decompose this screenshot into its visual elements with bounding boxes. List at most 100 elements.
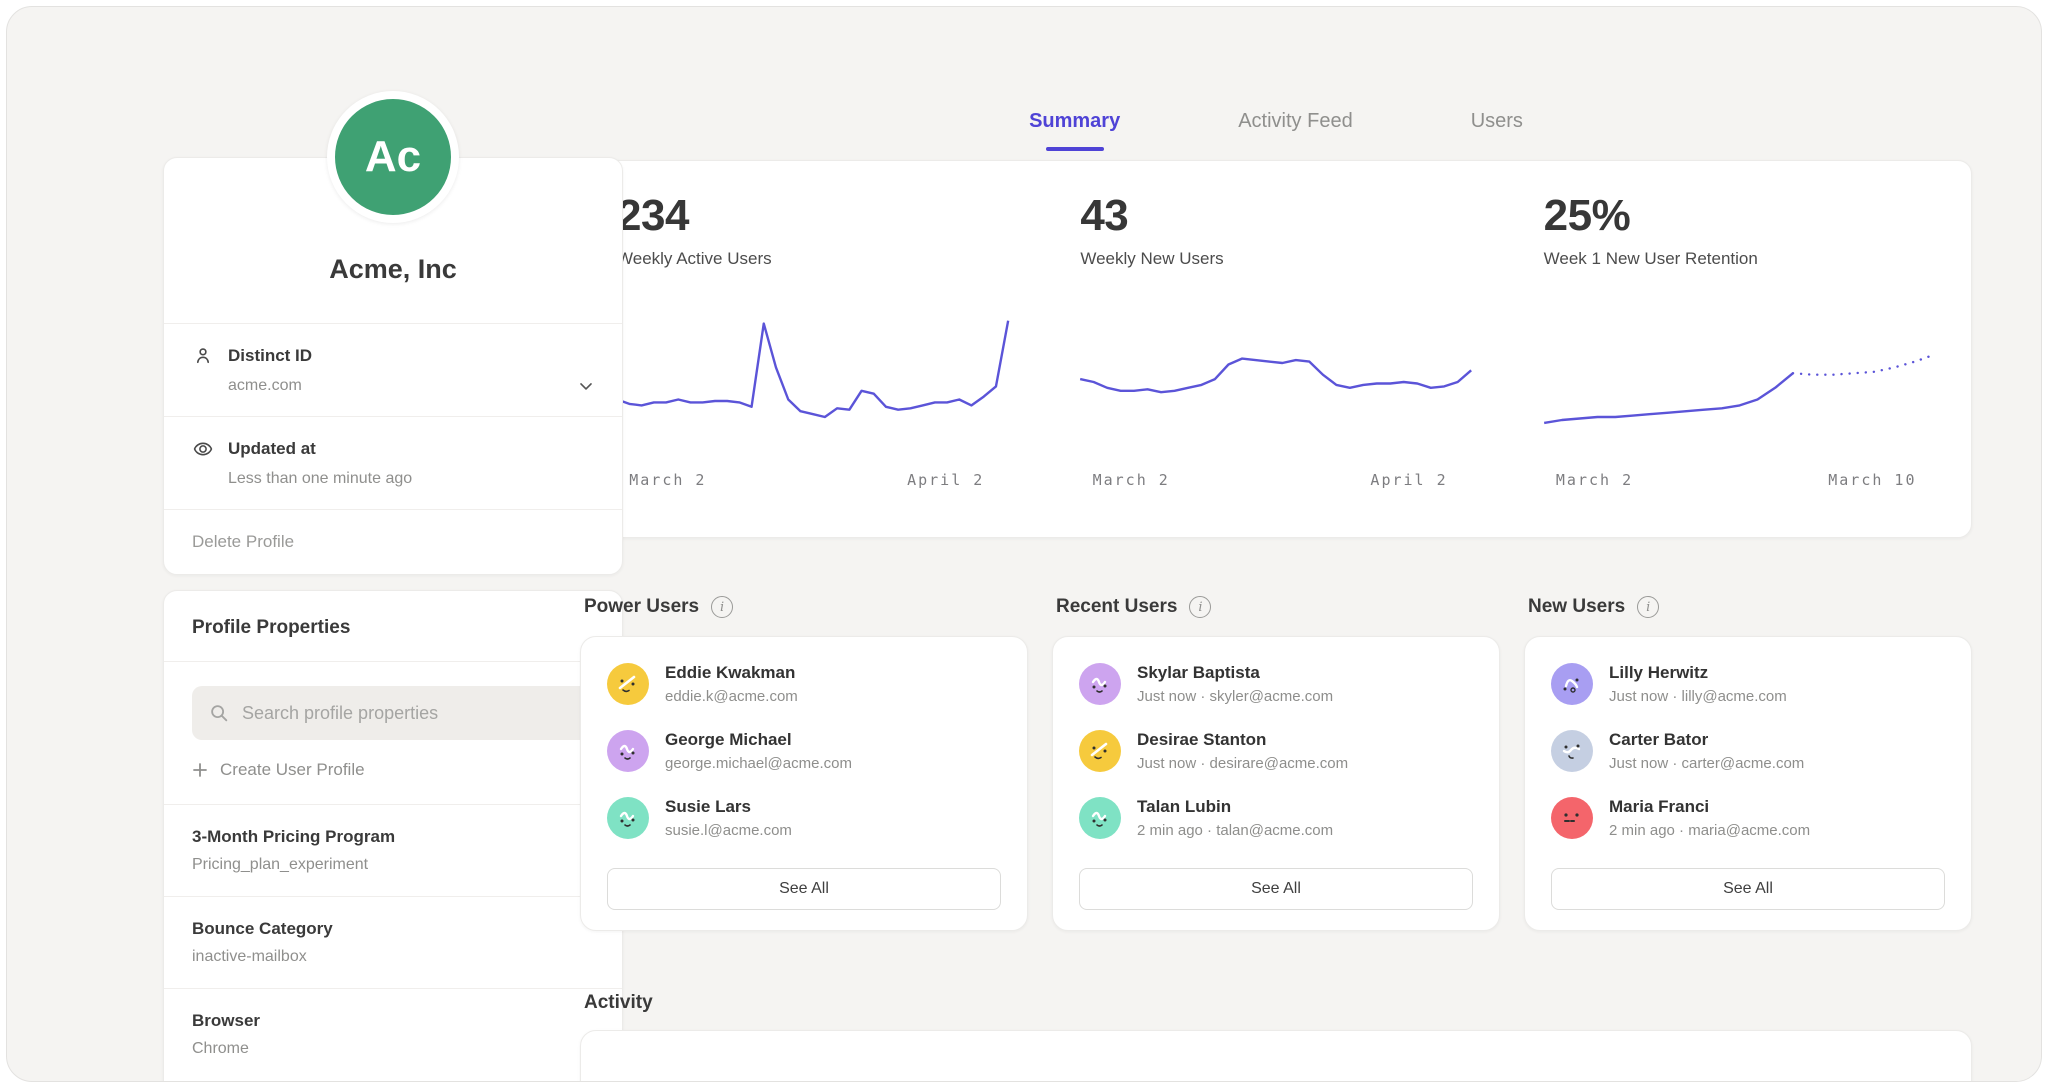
search-profile-properties[interactable] [192, 686, 594, 740]
user-avatar [1551, 797, 1593, 839]
user-subtitle: 2 min ago · talan@acme.com [1137, 822, 1333, 839]
doodle-face-icon [1557, 669, 1587, 699]
user-subtitle: Just now · desirare@acme.com [1137, 755, 1348, 772]
user-row[interactable]: Susie Lars susie.l@acme.com [607, 797, 1001, 839]
x-axis-tick: March 2 [1093, 471, 1170, 489]
property-row[interactable]: 3-Month Pricing Program Pricing_plan_exp… [164, 804, 622, 896]
profile-properties-card: Profile Properties Create User Profile [163, 590, 623, 1082]
doodle-face-icon [1557, 803, 1587, 833]
company-avatar: Ac [327, 91, 459, 223]
metric-weekly-active-users: 234 Weekly Active Users March 2 April 2 [581, 191, 1044, 537]
doodle-face-icon [1557, 736, 1587, 766]
company-profile-page: Ac Acme, Inc Distinct ID acme.com [6, 6, 2042, 1082]
field-label: Distinct ID [228, 346, 312, 366]
chevron-down-icon[interactable] [576, 376, 596, 396]
user-row[interactable]: Lilly Herwitz Just now · lilly@acme.com [1551, 663, 1945, 705]
tab-users[interactable]: Users [1471, 110, 1523, 149]
metric-week1-retention: 25% Week 1 New User Retention March 2 Ma… [1508, 191, 1971, 537]
user-row[interactable]: Talan Lubin 2 min ago · talan@acme.com [1079, 797, 1473, 839]
property-value: Chrome [192, 1040, 594, 1058]
property-name: Browser [192, 1011, 594, 1031]
new-users-section: New Users i Lilly Herwitz Just now · lil… [1524, 596, 1972, 931]
user-avatar [607, 663, 649, 705]
user-name: Desirae Stanton [1137, 730, 1348, 750]
create-user-profile-label: Create User Profile [220, 760, 365, 780]
user-avatar [1551, 730, 1593, 772]
distinct-id-row[interactable]: Distinct ID acme.com [164, 323, 622, 416]
property-row[interactable]: Browser Chrome [164, 988, 622, 1080]
metric-value: 234 [617, 191, 1008, 241]
property-name: 3-Month Pricing Program [192, 827, 594, 847]
property-row[interactable]: Bounce Category inactive-mailbox [164, 896, 622, 988]
property-value: Pricing_plan_experiment [192, 856, 594, 874]
user-subtitle: susie.l@acme.com [665, 822, 792, 839]
field-label: Updated at [228, 439, 316, 459]
user-row[interactable]: Eddie Kwakman eddie.k@acme.com [607, 663, 1001, 705]
metric-value: 43 [1080, 191, 1471, 241]
user-subtitle: Just now · carter@acme.com [1609, 755, 1804, 772]
x-axis-tick: March 2 [629, 471, 706, 489]
weekly-new-users-sparkline [1080, 303, 1471, 461]
tab-summary[interactable]: Summary [1029, 110, 1120, 149]
user-name: Skylar Baptista [1137, 663, 1333, 683]
field-value: acme.com [228, 377, 594, 395]
delete-profile-button[interactable]: Delete Profile [164, 509, 622, 574]
activity-card: 234 240 3.4k [580, 1030, 1972, 1082]
activity-stat: 234 [581, 1077, 1044, 1082]
x-axis-tick: April 2 [1370, 471, 1447, 489]
activity-section-title: Activity [584, 992, 653, 1014]
metric-value: 25% [1544, 191, 1935, 241]
info-icon[interactable]: i [711, 596, 733, 618]
see-all-button[interactable]: See All [1079, 868, 1473, 910]
metric-label: Weekly New Users [1080, 249, 1471, 269]
info-icon[interactable]: i [1637, 596, 1659, 618]
metric-label: Week 1 New User Retention [1544, 249, 1935, 269]
user-name: Talan Lubin [1137, 797, 1333, 817]
tab-activity-feed[interactable]: Activity Feed [1238, 110, 1352, 149]
user-avatar [1079, 730, 1121, 772]
search-input[interactable] [240, 702, 578, 725]
user-row[interactable]: Carter Bator Just now · carter@acme.com [1551, 730, 1945, 772]
user-row[interactable]: Maria Franci 2 min ago · maria@acme.com [1551, 797, 1945, 839]
metric-weekly-new-users: 43 Weekly New Users March 2 April 2 [1044, 191, 1507, 537]
user-avatar [607, 730, 649, 772]
eye-icon [192, 438, 214, 460]
x-axis-tick: April 2 [907, 471, 984, 489]
doodle-face-icon [1085, 736, 1115, 766]
retention-sparkline [1544, 303, 1935, 461]
new-users-card: Lilly Herwitz Just now · lilly@acme.com … [1524, 636, 1972, 931]
doodle-face-icon [1085, 803, 1115, 833]
user-row[interactable]: Skylar Baptista Just now · skyler@acme.c… [1079, 663, 1473, 705]
x-axis: March 2 April 2 [1080, 471, 1471, 497]
create-user-profile-button[interactable]: Create User Profile [192, 760, 594, 780]
profile-properties-title: Profile Properties [164, 591, 622, 662]
user-name: Lilly Herwitz [1609, 663, 1787, 683]
x-axis-tick: March 10 [1828, 471, 1916, 489]
user-avatar [607, 797, 649, 839]
search-icon [208, 702, 230, 724]
list-title: Power Users [584, 596, 699, 618]
user-subtitle: 2 min ago · maria@acme.com [1609, 822, 1810, 839]
user-name: Eddie Kwakman [665, 663, 798, 683]
activity-stat: 3.4k [1508, 1077, 1971, 1082]
see-all-button[interactable]: See All [1551, 868, 1945, 910]
user-row[interactable]: George Michael george.michael@acme.com [607, 730, 1001, 772]
user-subtitle: eddie.k@acme.com [665, 688, 798, 705]
user-avatar [1079, 797, 1121, 839]
x-axis: March 2 March 10 [1544, 471, 1935, 497]
weekly-active-users-sparkline [617, 303, 1008, 461]
doodle-face-icon [613, 803, 643, 833]
person-icon [192, 345, 214, 367]
user-row[interactable]: Desirae Stanton Just now · desirare@acme… [1079, 730, 1473, 772]
doodle-face-icon [613, 669, 643, 699]
metric-label: Weekly Active Users [617, 249, 1008, 269]
see-all-button[interactable]: See All [607, 868, 1001, 910]
property-value: inactive-mailbox [192, 948, 594, 966]
property-name: Bounce Category [192, 919, 594, 939]
user-subtitle: george.michael@acme.com [665, 755, 852, 772]
summary-metrics-card: 234 Weekly Active Users March 2 April 2 … [580, 160, 1972, 538]
info-icon[interactable]: i [1189, 596, 1211, 618]
user-name: Carter Bator [1609, 730, 1804, 750]
power-users-card: Eddie Kwakman eddie.k@acme.com George Mi… [580, 636, 1028, 931]
user-name: Susie Lars [665, 797, 792, 817]
